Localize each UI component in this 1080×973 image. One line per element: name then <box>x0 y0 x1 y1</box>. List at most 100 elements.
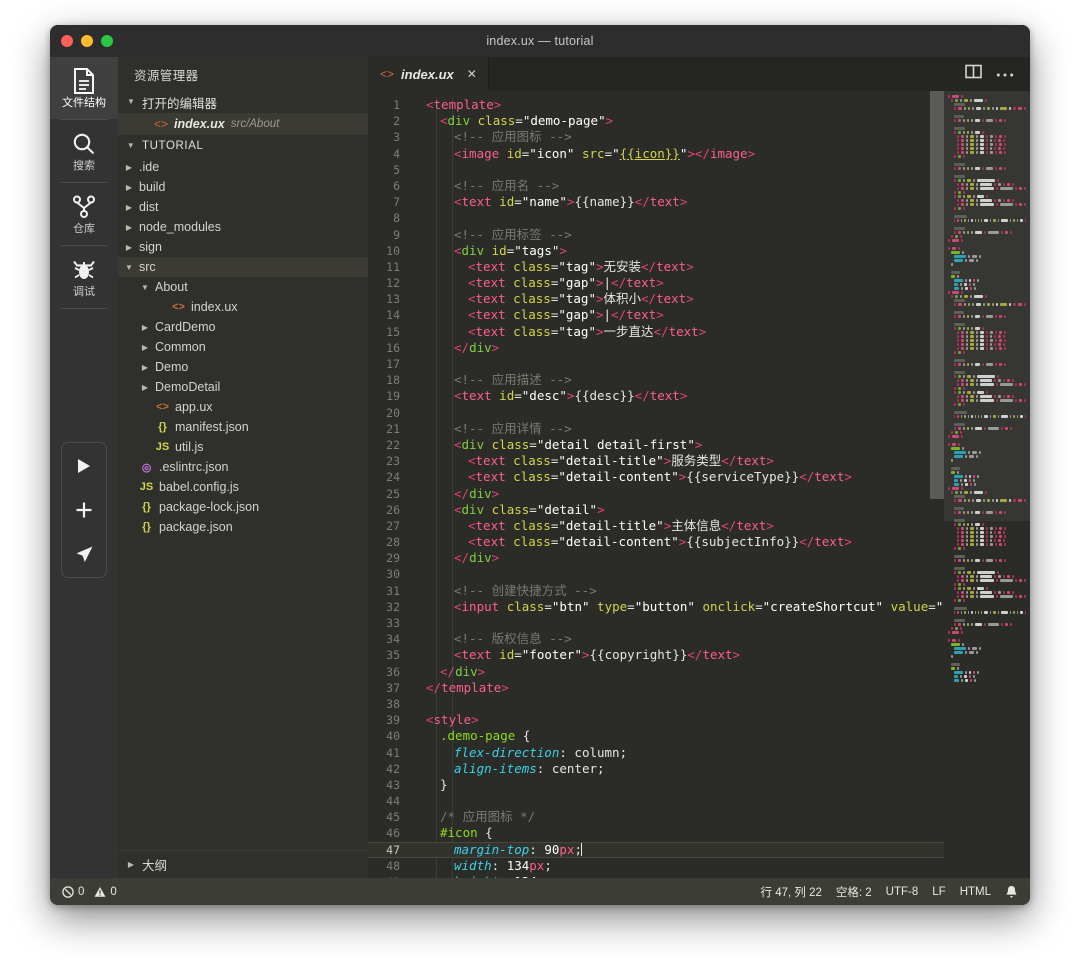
code-line[interactable]: 6 <!-- 应用名 --> <box>368 178 944 194</box>
tree-item--ide[interactable]: ▶ .ide <box>118 157 368 177</box>
code-line[interactable]: 45 /* 应用图标 */ <box>368 809 944 825</box>
code-line[interactable]: 48 width: 134px; <box>368 858 944 874</box>
status-encoding[interactable]: UTF-8 <box>886 886 919 898</box>
code-line[interactable]: 1 <template> <box>368 97 944 113</box>
code-line[interactable]: 34 <!-- 版权信息 --> <box>368 631 944 647</box>
tree-item--eslintrc-json[interactable]: ◎ .eslintrc.json <box>118 457 368 477</box>
tree-item-node-modules[interactable]: ▶ node_modules <box>118 217 368 237</box>
editor-minimap[interactable] <box>944 91 1030 878</box>
activity-item-debug[interactable]: 调试 <box>50 246 118 308</box>
code-line[interactable]: 27 <text class="detail-title">主体信息</text> <box>368 518 944 534</box>
code-line[interactable]: 17 <box>368 356 944 372</box>
tree-item-manifest-json[interactable]: {} manifest.json <box>118 417 368 437</box>
code-line[interactable]: 16 </div> <box>368 340 944 356</box>
tree-item-demodetail[interactable]: ▶ DemoDetail <box>118 377 368 397</box>
tree-item-build[interactable]: ▶ build <box>118 177 368 197</box>
activity-item-source-control[interactable]: 仓库 <box>50 183 118 245</box>
code-line[interactable]: 21 <!-- 应用详情 --> <box>368 421 944 437</box>
code-line[interactable]: 3 <!-- 应用图标 --> <box>368 129 944 145</box>
activity-item-search[interactable]: 搜索 <box>50 120 118 182</box>
tree-item-package-lock-json[interactable]: {} package-lock.json <box>118 497 368 517</box>
code-line[interactable]: 47 margin-top: 90px; <box>368 841 944 859</box>
bell-icon[interactable] <box>1005 885 1018 899</box>
chevron-right-icon[interactable]: ▶ <box>140 383 150 392</box>
status-cursor-position[interactable]: 行 47, 列 22 <box>761 884 822 900</box>
code-line[interactable]: 23 <text class="detail-title">服务类型</text> <box>368 453 944 469</box>
code-line[interactable]: 28 <text class="detail-content">{{subject… <box>368 534 944 550</box>
outline-section-header[interactable]: ▶ 大纲 <box>118 850 368 878</box>
tree-item-package-json[interactable]: {} package.json <box>118 517 368 537</box>
code-line[interactable]: 44 <box>368 793 944 809</box>
tree-item-app-ux[interactable]: <> app.ux <box>118 397 368 417</box>
code-line[interactable]: 26 <div class="detail"> <box>368 502 944 518</box>
tree-item-util-js[interactable]: JS util.js <box>118 437 368 457</box>
code-line[interactable]: 15 <text class="tag">一步直达</text> <box>368 324 944 340</box>
tab-index-ux[interactable]: <> index.ux ✕ <box>368 57 489 91</box>
tree-item-about[interactable]: ▼ About <box>118 277 368 297</box>
code-line[interactable]: 30 <box>368 566 944 582</box>
code-line[interactable]: 24 <text class="detail-content">{{service… <box>368 469 944 485</box>
code-line[interactable]: 4 <image id="icon" src="{{icon}}"></image… <box>368 146 944 162</box>
editor-vertical-scrollbar[interactable] <box>930 91 944 878</box>
code-line[interactable]: 42 align-items: center; <box>368 761 944 777</box>
tree-item-sign[interactable]: ▶ sign <box>118 237 368 257</box>
code-line[interactable]: 37 </template> <box>368 680 944 696</box>
code-line[interactable]: 2 <div class="demo-page"> <box>368 113 944 129</box>
code-line[interactable]: 46 #icon { <box>368 825 944 841</box>
code-line[interactable]: 18 <!-- 应用描述 --> <box>368 372 944 388</box>
code-line[interactable]: 49height: 134px; <box>368 874 944 878</box>
chevron-right-icon[interactable]: ▶ <box>140 343 150 352</box>
chevron-down-icon[interactable]: ▼ <box>140 283 150 292</box>
code-line[interactable]: 8 <box>368 210 944 226</box>
chevron-right-icon[interactable]: ▶ <box>124 163 134 172</box>
tree-item-src[interactable]: ▼ src <box>118 257 368 277</box>
code-line[interactable]: 35 <text id="footer">{{copyright}}</text> <box>368 647 944 663</box>
code-line[interactable]: 39 <style> <box>368 712 944 728</box>
code-line[interactable]: 12 <text class="gap">|</text> <box>368 275 944 291</box>
chevron-right-icon[interactable]: ▶ <box>124 243 134 252</box>
code-line[interactable]: 43} <box>368 777 944 793</box>
run-play-icon[interactable] <box>75 455 93 477</box>
code-line[interactable]: 25 </div> <box>368 486 944 502</box>
tree-item-babel-config-js[interactable]: JS babel.config.js <box>118 477 368 497</box>
plus-icon[interactable] <box>75 499 93 521</box>
code-line[interactable]: 13 <text class="tag">体积小</text> <box>368 291 944 307</box>
code-line[interactable]: 11 <text class="tag">无安装</text> <box>368 259 944 275</box>
workspace-section-header[interactable]: ▼ TUTORIAL <box>118 135 368 157</box>
code-line[interactable]: 14 <text class="gap">|</text> <box>368 307 944 323</box>
code-line[interactable]: 38 <box>368 696 944 712</box>
code-line[interactable]: 22 <div class="detail detail-first"> <box>368 437 944 453</box>
code-line[interactable]: 31 <!-- 创建快捷方式 --> <box>368 583 944 599</box>
code-line[interactable]: 40 .demo-page { <box>368 728 944 744</box>
code-line[interactable]: 19 <text id="desc">{{desc}}</text> <box>368 388 944 404</box>
activity-item-file-structure[interactable]: 文件结构 <box>50 57 118 119</box>
code-line[interactable]: 20 <box>368 405 944 421</box>
status-errors[interactable]: 0 <box>62 886 84 898</box>
close-window-button[interactable] <box>61 35 73 47</box>
chevron-right-icon[interactable]: ▶ <box>124 183 134 192</box>
status-language-mode[interactable]: HTML <box>960 886 991 898</box>
send-paper-plane-icon[interactable] <box>75 543 94 565</box>
chevron-right-icon[interactable]: ▶ <box>124 223 134 232</box>
more-actions-icon[interactable] <box>996 65 1014 83</box>
window-controls[interactable] <box>61 35 113 47</box>
code-line[interactable]: 7 <text id="name">{{name}}</text> <box>368 194 944 210</box>
chevron-right-icon[interactable]: ▶ <box>140 323 150 332</box>
close-tab-icon[interactable]: ✕ <box>467 67 477 81</box>
status-eol[interactable]: LF <box>932 886 945 898</box>
status-indentation[interactable]: 空格: 2 <box>836 884 872 900</box>
tree-item-common[interactable]: ▶ Common <box>118 337 368 357</box>
tree-item-carddemo[interactable]: ▶ CardDemo <box>118 317 368 337</box>
zoom-window-button[interactable] <box>101 35 113 47</box>
code-line[interactable]: 36 </div> <box>368 664 944 680</box>
chevron-right-icon[interactable]: ▶ <box>124 203 134 212</box>
tree-item-index-ux[interactable]: <> index.ux <box>118 297 368 317</box>
tree-item-dist[interactable]: ▶ dist <box>118 197 368 217</box>
split-editor-icon[interactable] <box>965 63 982 85</box>
editor-scrollbar-thumb[interactable] <box>930 91 944 499</box>
code-editor-area[interactable]: 1 <template> 2 <div class="demo-page"> 3 <!--… <box>368 91 1030 878</box>
open-editor-item-index-ux[interactable]: <> index.ux src/About <box>118 113 368 135</box>
code-line[interactable]: 33 <box>368 615 944 631</box>
code-line[interactable]: 5 <box>368 162 944 178</box>
chevron-down-icon[interactable]: ▼ <box>124 263 134 272</box>
